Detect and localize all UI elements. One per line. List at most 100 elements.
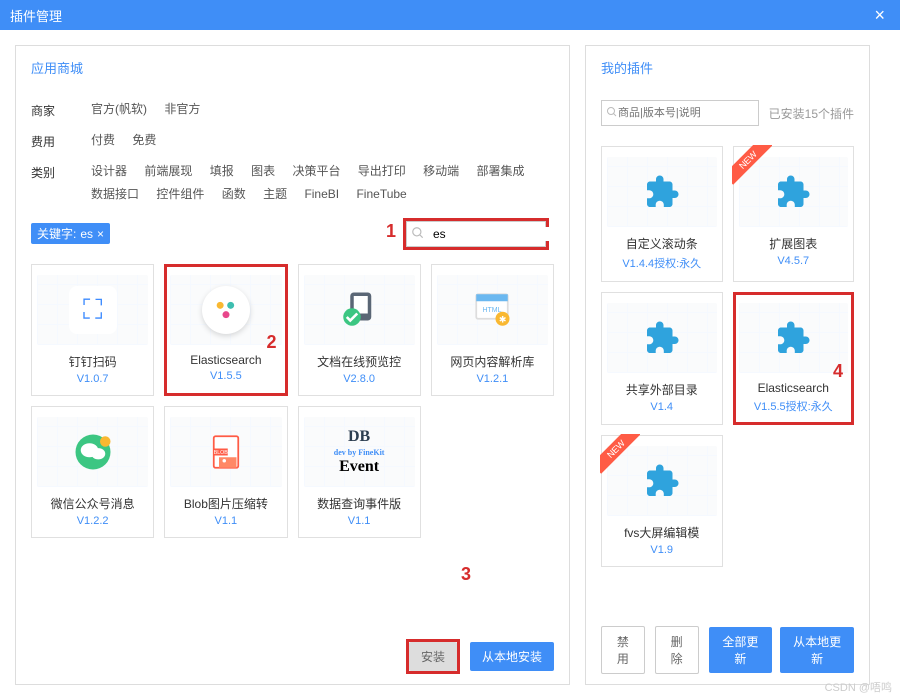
filter-category-values: 设计器 前端展现 填报 图表 决策平台 导出打印 移动端 部署集成 数据接口 控… <box>91 162 554 208</box>
plugin-name: Blob图片压缩转 <box>170 495 281 512</box>
plugin-version: V4.5.7 <box>739 255 849 267</box>
keyword-remove-icon[interactable]: × <box>97 227 104 241</box>
plugin-version: V1.1 <box>170 515 281 527</box>
disable-button[interactable]: 禁用 <box>601 626 645 674</box>
watermark: CSDN @唔鸣 <box>825 679 892 695</box>
plugin-card[interactable]: HTML✱ 网页内容解析库 V1.2.1 <box>431 264 554 396</box>
plugin-icon <box>37 417 148 487</box>
filter-option[interactable]: 填报 <box>210 162 234 179</box>
plugin-card[interactable]: BLOB Blob图片压缩转 V1.1 <box>164 406 287 538</box>
plugin-version: V2.8.0 <box>304 373 415 385</box>
search-input-wrap <box>406 221 546 247</box>
plugin-version: V1.4.4授权:永久 <box>607 255 717 271</box>
plugin-icon: BLOB <box>170 417 281 487</box>
filter-option[interactable]: 控件组件 <box>156 185 204 202</box>
filter-option[interactable]: 导出打印 <box>358 162 406 179</box>
app-store-panel: 应用商城 商家 官方(帆软) 非官方 费用 付费 免费 类别 <box>15 45 570 685</box>
plugin-icon: ⛶ <box>37 275 148 345</box>
filter-option[interactable]: 前端展现 <box>144 162 192 179</box>
install-highlight: 安装 <box>406 639 460 674</box>
filter-option[interactable]: 决策平台 <box>292 162 340 179</box>
delete-button[interactable]: 删除 <box>655 626 699 674</box>
plugin-version: V1.9 <box>607 544 717 556</box>
plugin-card[interactable]: Elasticsearch V1.5.5 2 <box>164 264 287 396</box>
plugin-card[interactable]: 文档在线预览控 V2.8.0 <box>298 264 421 396</box>
plugin-icon: DBdev by FineKitEvent <box>304 417 415 487</box>
filter-option[interactable]: 设计器 <box>91 162 127 179</box>
filter-vendor: 商家 官方(帆软) 非官方 <box>31 100 554 123</box>
update-all-button[interactable]: 全部更新 <box>709 627 773 673</box>
plugin-icon <box>607 157 717 227</box>
plugin-name: 自定义滚动条 <box>607 235 717 252</box>
title-bar: 插件管理 × <box>0 0 900 30</box>
plugin-icon <box>304 275 415 345</box>
filter-option[interactable]: FineTube <box>356 187 406 201</box>
plugin-name: 文档在线预览控 <box>304 353 415 370</box>
plugin-name: 钉钉扫码 <box>37 353 148 370</box>
plugin-version: V1.5.5 <box>170 370 281 382</box>
app-store-body: 商家 官方(帆软) 非官方 费用 付费 免费 类别 设计器 前端展现 <box>16 90 569 629</box>
plugin-version: V1.1 <box>304 515 415 527</box>
my-plugin-card[interactable]: Elasticsearch V1.5.5授权:永久 4 <box>733 292 855 425</box>
filter-option[interactable]: 部署集成 <box>477 162 525 179</box>
plugin-name: Elasticsearch <box>170 353 281 367</box>
filter-option[interactable]: 主题 <box>263 185 287 202</box>
new-ribbon-icon: NEW <box>600 434 640 474</box>
filter-option[interactable]: 非官方 <box>164 100 200 117</box>
search-icon <box>606 106 618 121</box>
plugin-version: V1.0.7 <box>37 373 148 385</box>
my-plugin-card[interactable]: 共享外部目录V1.4 <box>601 292 723 425</box>
plugin-card[interactable]: ⛶ 钉钉扫码 V1.0.7 <box>31 264 154 396</box>
filter-option[interactable]: 付费 <box>91 131 115 148</box>
plugin-grid: ⛶ 钉钉扫码 V1.0.7 Elasticsearch V1.5.5 2 文档在线预览控 V2… <box>31 264 554 538</box>
plugin-icon <box>739 303 849 373</box>
keyword-prefix: 关键字: <box>37 225 76 242</box>
close-icon[interactable]: × <box>869 5 890 26</box>
plugin-name: 微信公众号消息 <box>37 495 148 512</box>
plugin-icon: HTML✱ <box>437 275 548 345</box>
my-plugin-card[interactable]: NEW扩展图表V4.5.7 <box>733 146 855 282</box>
plugin-icon <box>607 303 717 373</box>
filter-option[interactable]: 图表 <box>251 162 275 179</box>
plugin-card[interactable]: 微信公众号消息 V1.2.2 <box>31 406 154 538</box>
my-plugins-search-input[interactable] <box>618 107 754 119</box>
plugin-version: V1.2.1 <box>437 373 548 385</box>
filter-option[interactable]: FineBI <box>304 187 339 201</box>
filter-option[interactable]: 免费 <box>132 131 156 148</box>
local-install-button[interactable]: 从本地安装 <box>470 642 554 671</box>
my-plugin-card[interactable]: 自定义滚动条 V1.4.4授权:永久 <box>601 146 723 282</box>
left-actions: 禁用 删除 <box>601 626 699 674</box>
plugin-icon <box>170 275 281 345</box>
keyword-row: 关键字:es × 1 <box>31 223 554 244</box>
filter-option[interactable]: 移动端 <box>423 162 459 179</box>
left-panel-footer: 安装 从本地安装 <box>16 629 569 684</box>
filter-option[interactable]: 函数 <box>222 185 246 202</box>
plugin-card[interactable]: DBdev by FineKitEvent数据查询事件版V1.1 <box>298 406 421 538</box>
search-input[interactable] <box>429 227 569 241</box>
svg-text:HTML: HTML <box>483 307 502 314</box>
app-store-title: 应用商城 <box>16 46 569 90</box>
plugin-version: V1.5.5授权:永久 <box>739 398 849 414</box>
search-highlight: 1 <box>403 218 549 250</box>
install-button[interactable]: 安装 <box>409 642 457 671</box>
installed-count: 已安装15个插件 <box>769 105 854 122</box>
filter-cost-values: 付费 免费 <box>91 131 554 154</box>
plugin-name: 网页内容解析库 <box>437 353 548 370</box>
keyword-tag: 关键字:es × <box>31 223 110 244</box>
svg-text:✱: ✱ <box>499 314 506 324</box>
annotation-4: 4 <box>833 361 843 382</box>
filter-option[interactable]: 数据接口 <box>91 185 139 202</box>
annotation-2: 2 <box>266 332 276 353</box>
local-update-button[interactable]: 从本地更新 <box>780 627 854 673</box>
filter-category-label: 类别 <box>31 162 91 208</box>
plugin-version: V1.4 <box>607 401 717 413</box>
filter-option[interactable]: 官方(帆软) <box>91 100 147 117</box>
my-plugin-card[interactable]: NEWfvs大屏编辑模V1.9 <box>601 435 723 567</box>
my-plugins-panel: 我的插件 已安装15个插件 自定义滚动条V1.4.4授权:永久NEW扩展图表V4… <box>585 45 870 685</box>
right-panel-footer: 禁用 删除 全部更新 从本地更新 <box>586 616 869 684</box>
right-top-bar: 已安装15个插件 <box>601 100 854 126</box>
search-icon <box>411 226 425 243</box>
plugin-version: V1.2.2 <box>37 515 148 527</box>
plugin-name: Elasticsearch <box>739 381 849 395</box>
window-title: 插件管理 <box>10 6 62 25</box>
